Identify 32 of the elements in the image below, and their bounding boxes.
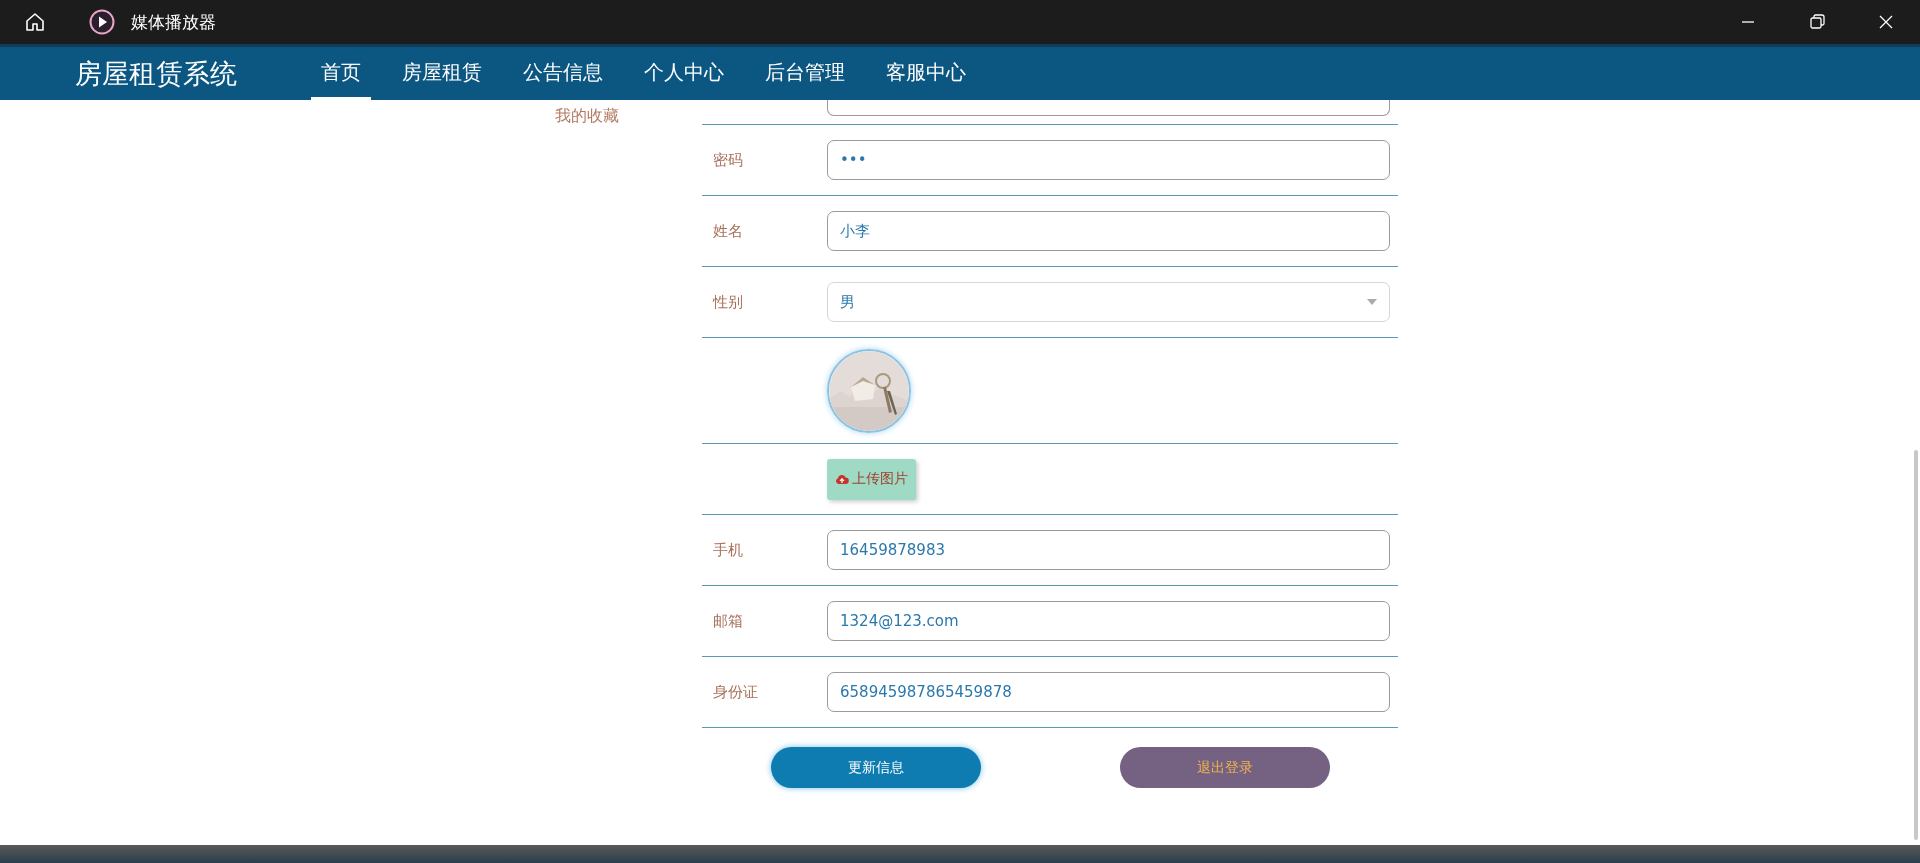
cloud-upload-icon	[835, 473, 849, 485]
input-field[interactable]: 658945987865459878	[827, 672, 1390, 712]
scrollbar-thumb[interactable]	[1914, 450, 1918, 840]
field-label: 手机	[713, 541, 743, 559]
field-label: 性别	[713, 293, 743, 311]
nav-tab[interactable]: 客服中心	[876, 47, 976, 100]
caret-icon	[1367, 299, 1377, 305]
nav-tab[interactable]: 后台管理	[755, 47, 855, 100]
home-icon[interactable]	[24, 11, 46, 33]
field-label: 姓名	[713, 222, 743, 240]
nav-tab[interactable]: 个人中心	[634, 47, 734, 100]
nav-tab[interactable]: 公告信息	[513, 47, 613, 100]
select-field[interactable]: 男	[827, 282, 1390, 322]
field-label: 密码	[713, 151, 743, 169]
sidebar-link[interactable]: 我的收藏	[555, 106, 619, 127]
logout-button[interactable]: 退出登录	[1120, 747, 1330, 788]
play-icon	[89, 9, 115, 35]
nav-tab[interactable]: 房屋租赁	[392, 47, 492, 100]
selected-value: 男	[840, 292, 855, 312]
field-label: 身份证	[713, 683, 758, 701]
upload-button[interactable]: 上传图片	[827, 458, 916, 500]
input-field[interactable]: 小李	[827, 211, 1390, 251]
nav-tab[interactable]: 首页	[311, 47, 371, 100]
input-field[interactable]: 16459878983	[827, 530, 1390, 570]
window-title: 媒体播放器	[131, 10, 216, 34]
field-label: 邮箱	[713, 612, 743, 630]
input-field[interactable]: 1324@123.com	[827, 601, 1390, 641]
minimize-icon	[1741, 21, 1754, 23]
update-button[interactable]: 更新信息	[771, 747, 981, 788]
input-field[interactable]: •••	[827, 140, 1390, 180]
input-field[interactable]	[827, 100, 1390, 116]
site-title: 房屋租赁系统	[75, 56, 237, 91]
